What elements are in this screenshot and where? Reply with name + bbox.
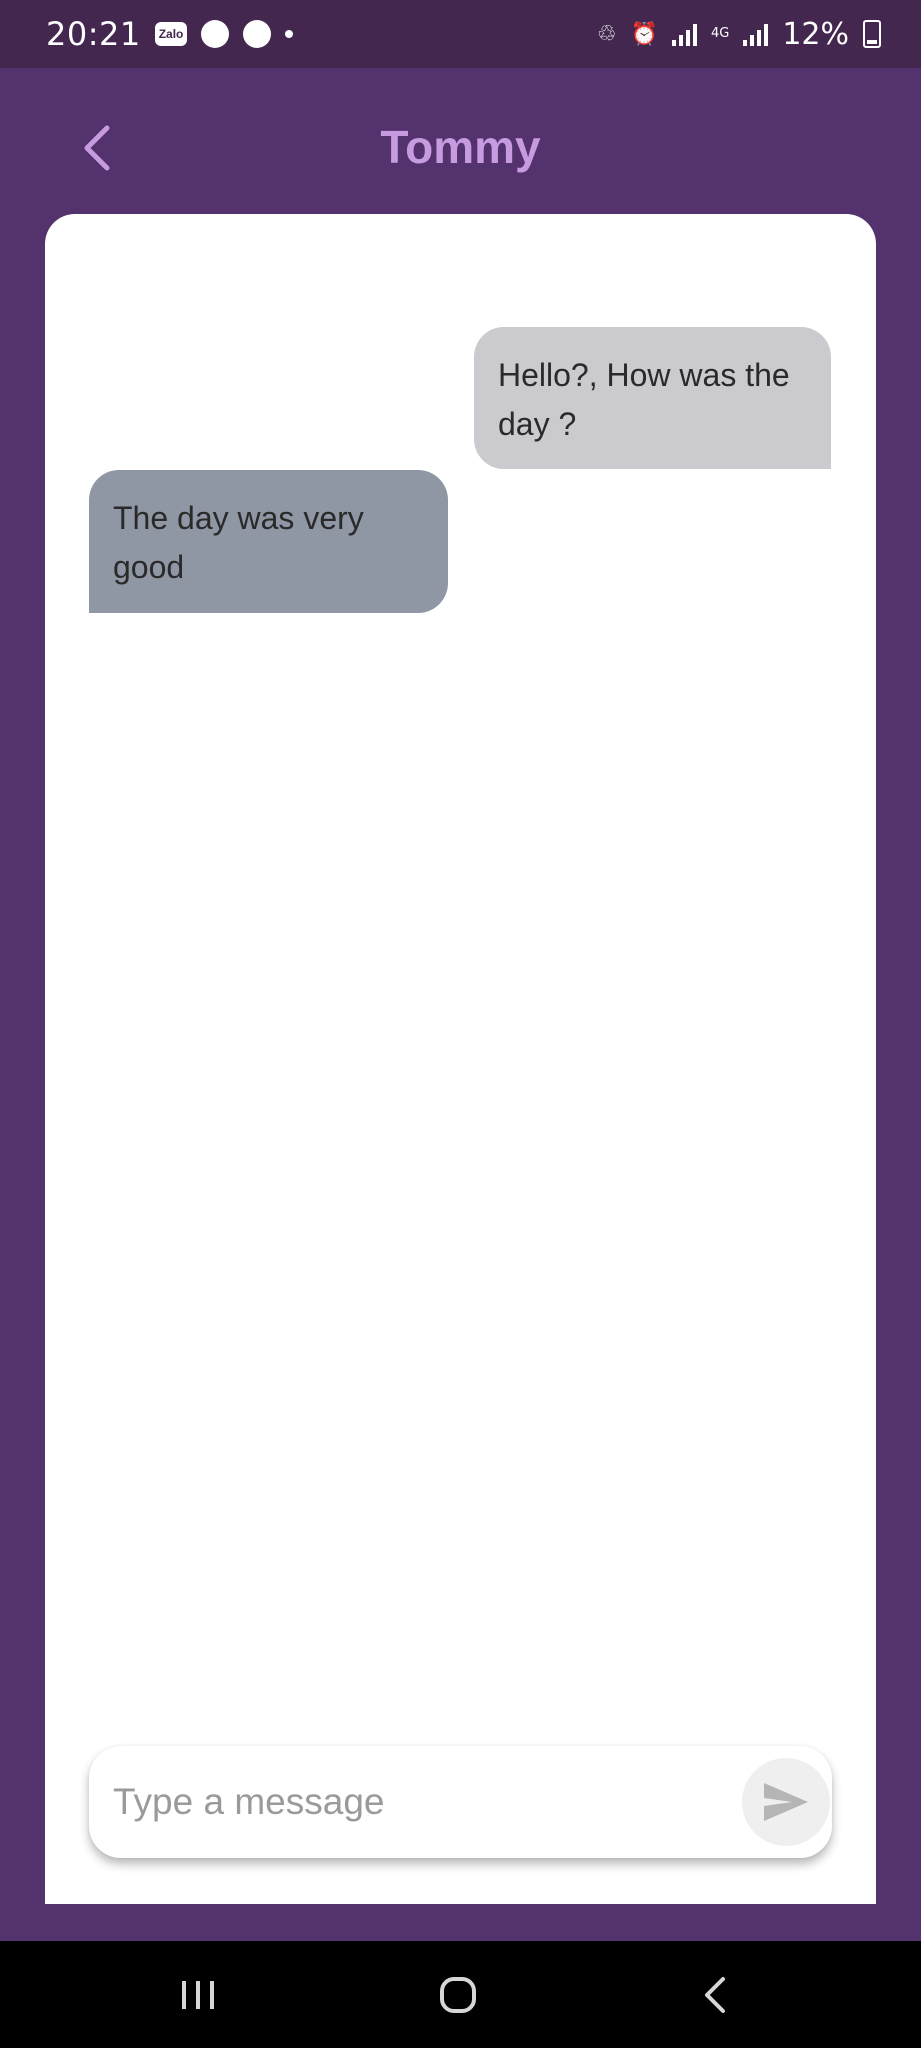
- message-composer: [89, 1746, 832, 1858]
- back-icon: [705, 1977, 725, 2013]
- battery-saver-icon: ♲: [596, 21, 617, 47]
- messenger-notification-icon: [201, 20, 230, 48]
- chat-panel: Hello?, How was the day ? The day was ve…: [45, 214, 876, 1904]
- status-bar: 20:21 Zalo ♲ ⏰ 4G 12%: [0, 0, 921, 68]
- status-time: 20:21: [46, 15, 141, 53]
- nav-back-button[interactable]: [686, 1965, 746, 2025]
- app-bar: Tommy: [0, 68, 921, 214]
- message-input[interactable]: [113, 1746, 713, 1858]
- cell-signal-icon: [743, 22, 769, 46]
- zalo-notification-icon: Zalo: [154, 22, 188, 46]
- message-bubble-received: The day was very good: [89, 470, 448, 613]
- chat-title: Tommy: [380, 121, 541, 173]
- nav-home-button[interactable]: [428, 1965, 488, 2025]
- send-icon: [764, 1783, 808, 1821]
- alarm-icon: ⏰: [630, 21, 658, 47]
- battery-charging-icon: [863, 20, 881, 48]
- system-nav-bar: [0, 1941, 921, 2048]
- more-notifications-dot-icon: [285, 30, 294, 38]
- message-bubble-sent: Hello?, How was the day ?: [474, 327, 831, 469]
- battery-percent: 12%: [782, 16, 849, 52]
- status-left: 20:21 Zalo: [46, 15, 294, 53]
- account-notification-icon: [243, 20, 272, 48]
- send-button[interactable]: [742, 1758, 830, 1846]
- recents-icon: [182, 1981, 214, 2009]
- nav-recents-button[interactable]: [168, 1965, 228, 2025]
- status-right: ♲ ⏰ 4G 12%: [597, 17, 881, 52]
- home-icon: [440, 1977, 476, 2013]
- network-type: 4G: [710, 26, 730, 41]
- wifi-signal-icon: [671, 22, 697, 46]
